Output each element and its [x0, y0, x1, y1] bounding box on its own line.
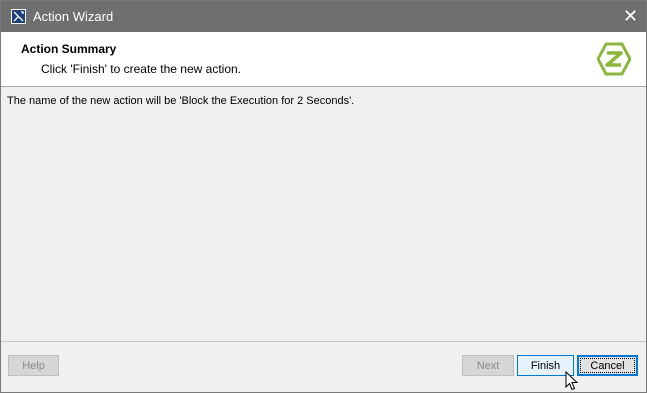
- action-wizard-window: Action Wizard ✕ Action Summary Click 'Fi…: [0, 0, 647, 393]
- wizard-content: The name of the new action will be 'Bloc…: [1, 87, 646, 342]
- wizard-logo-icon: [597, 42, 631, 76]
- page-title: Action Summary: [21, 42, 117, 56]
- next-button[interactable]: Next: [462, 355, 514, 376]
- mouse-cursor-icon: [565, 371, 579, 391]
- page-subtitle: Click 'Finish' to create the new action.: [41, 62, 242, 76]
- app-icon: [11, 9, 26, 24]
- cancel-button[interactable]: Cancel: [577, 355, 638, 376]
- close-button[interactable]: ✕: [615, 1, 646, 32]
- title-bar[interactable]: Action Wizard ✕: [1, 1, 646, 32]
- wizard-header: Action Summary Click 'Finish' to create …: [1, 32, 646, 87]
- close-icon: ✕: [622, 6, 639, 26]
- help-button[interactable]: Help: [8, 355, 59, 376]
- summary-text: The name of the new action will be 'Bloc…: [7, 95, 355, 107]
- button-bar: Help Next Finish Cancel: [1, 342, 646, 392]
- focus-ring: [580, 358, 635, 373]
- window-title: Action Wizard: [33, 9, 114, 24]
